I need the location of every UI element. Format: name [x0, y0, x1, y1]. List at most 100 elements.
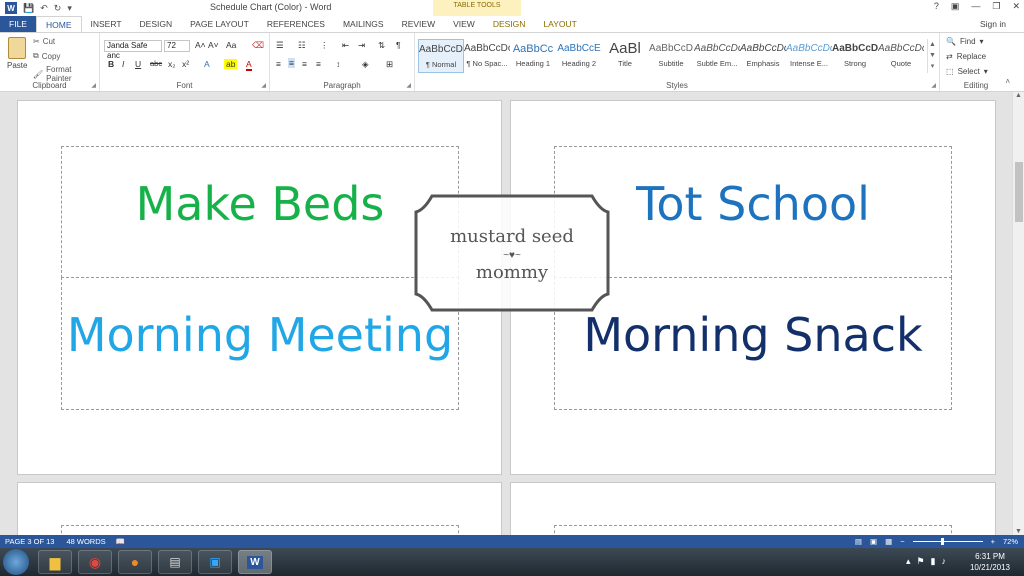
- read-mode-icon[interactable]: ▤: [855, 537, 862, 546]
- style-normal[interactable]: AaBbCcDc ¶ Normal: [418, 39, 464, 73]
- scroll-down-icon[interactable]: ▼: [1015, 528, 1022, 535]
- undo-icon[interactable]: ↶: [40, 3, 48, 14]
- collapse-ribbon-icon[interactable]: ˄: [1005, 77, 1010, 86]
- app-icon[interactable]: ▤: [158, 550, 192, 574]
- close-button[interactable]: ✕: [1012, 1, 1020, 12]
- styles-launcher-icon[interactable]: ◢: [931, 82, 936, 89]
- line-spacing-icon[interactable]: ↕: [336, 59, 340, 69]
- print-layout-icon[interactable]: ▣: [870, 537, 877, 546]
- font-name-combo[interactable]: Janda Safe anc: [104, 40, 162, 60]
- chrome-icon[interactable]: ◉: [78, 550, 112, 574]
- tab-table-design[interactable]: DESIGN: [484, 16, 535, 32]
- bullets-icon[interactable]: ☰: [276, 40, 284, 51]
- tab-review[interactable]: REVIEW: [393, 16, 445, 32]
- show-marks-icon[interactable]: ¶: [396, 40, 401, 50]
- clear-format-icon[interactable]: ⌫: [252, 40, 264, 51]
- tab-references[interactable]: REFERENCES: [258, 16, 334, 32]
- style-intense-emphasis[interactable]: AaBbCcDc Intense E...: [786, 39, 832, 73]
- style-title[interactable]: AaBl Title: [602, 39, 648, 73]
- style-heading-1[interactable]: AaBbCc Heading 1: [510, 39, 556, 73]
- align-left-icon[interactable]: ≡: [276, 59, 281, 69]
- zoom-level[interactable]: 72%: [1003, 537, 1018, 546]
- photoshop-icon[interactable]: ▣: [198, 550, 232, 574]
- web-layout-icon[interactable]: ▦: [885, 537, 892, 546]
- tab-insert[interactable]: INSERT: [82, 16, 131, 32]
- change-case-button[interactable]: Aa: [226, 40, 236, 50]
- borders-icon[interactable]: ⊞: [386, 59, 393, 70]
- sign-in-link[interactable]: Sign in: [980, 19, 1006, 29]
- tab-mailings[interactable]: MAILINGS: [334, 16, 393, 32]
- card-morning-meeting[interactable]: Morning Meeting: [61, 277, 459, 410]
- style-strong[interactable]: AaBbCcDc Strong: [832, 39, 878, 73]
- strikethrough-button[interactable]: abc: [150, 59, 162, 68]
- underline-button[interactable]: U: [135, 59, 141, 69]
- align-center-icon[interactable]: ≡: [288, 58, 295, 68]
- ribbon-display-icon[interactable]: ▣: [951, 1, 960, 12]
- subscript-button[interactable]: x₂: [168, 59, 176, 69]
- minimize-button[interactable]: —: [971, 1, 980, 12]
- replace-button[interactable]: ⇄ Replace: [946, 52, 986, 61]
- tab-page-layout[interactable]: PAGE LAYOUT: [181, 16, 258, 32]
- increase-indent-icon[interactable]: ⇥: [358, 40, 365, 51]
- card-next[interactable]: [61, 525, 459, 535]
- start-button[interactable]: [3, 549, 29, 575]
- highlight-icon[interactable]: ab: [224, 59, 238, 69]
- font-size-combo[interactable]: 72: [164, 40, 190, 52]
- firefox-icon[interactable]: ●: [118, 550, 152, 574]
- zoom-thumb[interactable]: [940, 538, 944, 545]
- vertical-scrollbar[interactable]: ▲ ▼: [1012, 92, 1024, 535]
- tab-table-layout[interactable]: LAYOUT: [534, 16, 585, 32]
- cut-button[interactable]: ✂ Cut: [33, 37, 55, 46]
- select-button[interactable]: ⬚ Select ▾: [946, 67, 988, 76]
- justify-icon[interactable]: ≡: [316, 59, 321, 69]
- tab-design[interactable]: DESIGN: [131, 16, 182, 32]
- card-next[interactable]: [554, 525, 952, 535]
- align-right-icon[interactable]: ≡: [302, 59, 307, 69]
- find-button[interactable]: 🔍 Find ▾: [946, 37, 984, 46]
- tab-view[interactable]: VIEW: [444, 16, 484, 32]
- page-count[interactable]: PAGE 3 OF 13: [5, 537, 54, 546]
- styles-scroll-icon[interactable]: ▲ ▼ ▾: [927, 39, 937, 73]
- paragraph-launcher-icon[interactable]: ◢: [406, 82, 411, 89]
- zoom-slider[interactable]: [912, 538, 983, 545]
- customize-qat-icon[interactable]: ▾: [67, 3, 72, 14]
- paste-icon[interactable]: [8, 37, 26, 59]
- redo-icon[interactable]: ↻: [54, 3, 62, 14]
- flag-icon[interactable]: ⚑: [916, 556, 924, 567]
- word-count[interactable]: 48 WORDS: [66, 537, 105, 546]
- font-color-icon[interactable]: A: [246, 59, 252, 71]
- shading-icon[interactable]: ◈: [362, 59, 369, 70]
- style-no-spacing[interactable]: AaBbCcDc ¶ No Spac...: [464, 39, 510, 73]
- file-explorer-icon[interactable]: ▆: [38, 550, 72, 574]
- proofing-icon[interactable]: 📖: [116, 537, 125, 546]
- superscript-button[interactable]: x²: [182, 59, 189, 69]
- sort-icon[interactable]: ⇅: [378, 40, 385, 51]
- shrink-font-button[interactable]: A˅: [208, 40, 219, 50]
- word-taskbar-icon[interactable]: W: [238, 550, 272, 574]
- help-icon[interactable]: ?: [934, 1, 939, 12]
- volume-icon[interactable]: ♪: [942, 556, 947, 567]
- paste-button[interactable]: Paste: [7, 61, 27, 70]
- card-tot-school[interactable]: Tot School: [554, 146, 952, 278]
- style-subtitle[interactable]: AaBbCcD Subtitle: [648, 39, 694, 73]
- multilevel-list-icon[interactable]: ⋮: [320, 40, 329, 51]
- zoom-out-icon[interactable]: −: [900, 537, 904, 546]
- restore-button[interactable]: ❐: [992, 1, 1000, 12]
- copy-button[interactable]: ⧉ Copy: [33, 51, 60, 61]
- clipboard-launcher-icon[interactable]: ◢: [91, 82, 96, 89]
- tab-home[interactable]: HOME: [36, 16, 82, 32]
- numbering-icon[interactable]: ☷: [298, 40, 306, 51]
- card-make-beds[interactable]: Make Beds: [61, 146, 459, 278]
- grow-font-button[interactable]: A˄: [195, 40, 206, 50]
- scroll-up-icon[interactable]: ▲: [1015, 92, 1022, 99]
- style-quote[interactable]: AaBbCcDc Quote: [878, 39, 924, 73]
- style-emphasis[interactable]: AaBbCcDc Emphasis: [740, 39, 786, 73]
- zoom-in-icon[interactable]: +: [991, 537, 995, 546]
- text-effects-icon[interactable]: A: [204, 59, 210, 69]
- tab-file[interactable]: FILE: [0, 16, 36, 32]
- clock[interactable]: 6:31 PM 10/21/2013: [970, 551, 1010, 573]
- network-icon[interactable]: ▮: [931, 556, 936, 567]
- scroll-thumb[interactable]: [1015, 162, 1023, 222]
- bold-button[interactable]: B: [108, 59, 114, 69]
- style-heading-2[interactable]: AaBbCcE Heading 2: [556, 39, 602, 73]
